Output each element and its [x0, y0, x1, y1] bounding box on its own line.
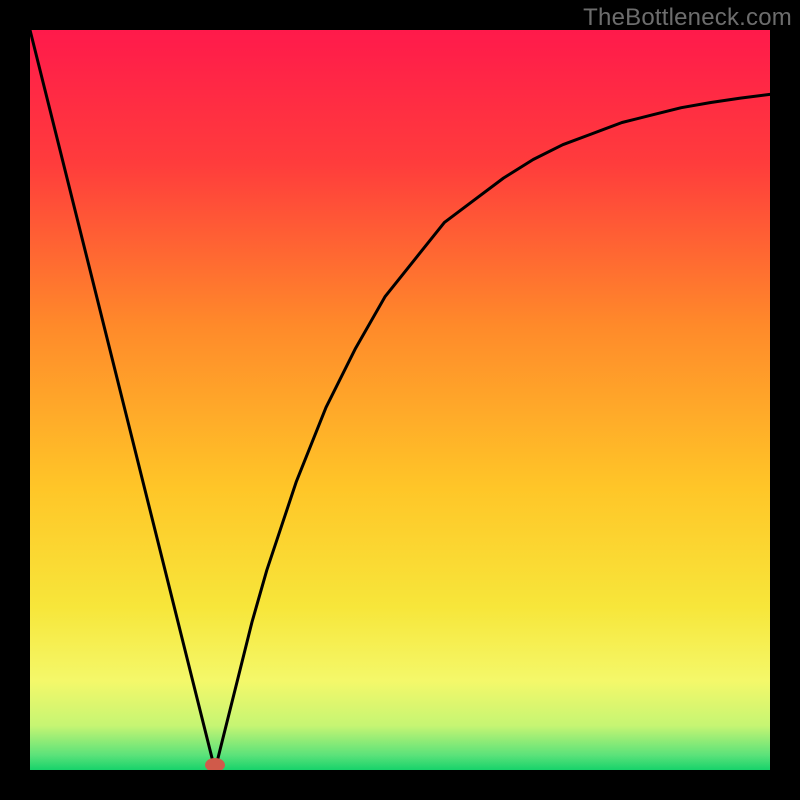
gradient-background	[30, 30, 770, 770]
chart-frame: TheBottleneck.com	[0, 0, 800, 800]
attribution-label: TheBottleneck.com	[583, 4, 792, 32]
plot-area	[30, 30, 770, 770]
chart-svg	[30, 30, 770, 770]
